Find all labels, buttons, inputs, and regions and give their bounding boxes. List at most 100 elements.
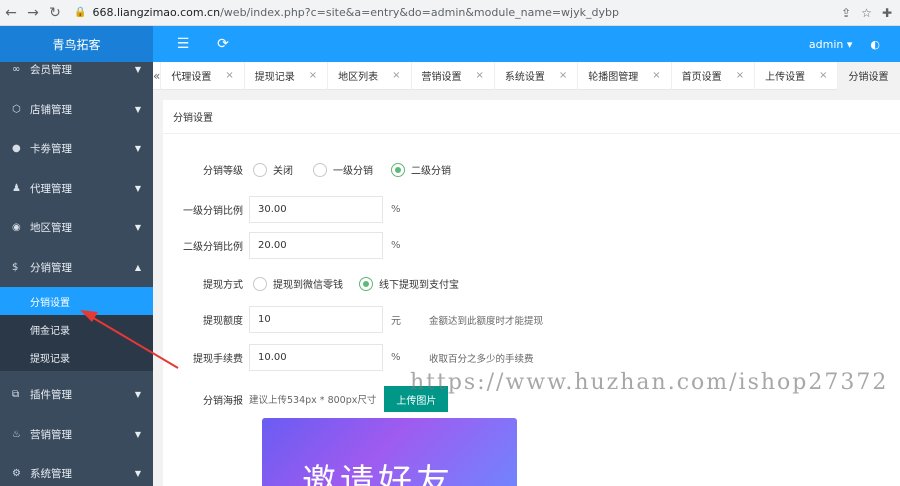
reload-icon[interactable]: ↻ — [44, 5, 66, 21]
first-ratio-input[interactable]: 30.00 — [249, 196, 383, 223]
sidebar-item-label: 地区管理 — [30, 222, 72, 235]
percent-unit: % — [391, 204, 401, 215]
sidebar-item-agents[interactable]: ♟ 代理管理 ▼ — [0, 169, 153, 209]
tab-region-list[interactable]: 地区列表 × — [328, 61, 412, 90]
tab-label: 地区列表 — [338, 72, 379, 83]
brand-title: 青鸟拓客 — [0, 26, 153, 62]
close-icon[interactable]: × — [392, 70, 400, 81]
link-icon: ∞ — [12, 64, 21, 76]
sidebar-item-stores[interactable]: ⬡ 店铺管理 ▼ — [0, 90, 153, 130]
distribution-form: 分销等级 关闭 一级分销 二级分销 一级分销比例 30.00 % 二级分销比例 … — [163, 134, 900, 486]
sidebar-subitem-withdraw-records[interactable]: 提现记录 — [0, 343, 153, 371]
chevron-up-icon: ▲ — [134, 262, 141, 272]
radio-circle — [253, 162, 267, 177]
user-menu[interactable]: admin ▾ — [809, 38, 853, 51]
withdraw-amount-input[interactable]: 10 — [249, 306, 383, 333]
url-host: 668.liangzimao.com.cn — [92, 6, 221, 19]
sidebar: ∞ 会员管理 ▼ ⬡ 店铺管理 ▼ ● 卡劵管理 ▼ ♟ 代理管理 ▼ ◉ 地区… — [0, 62, 153, 486]
sidebar-item-label: 插件管理 — [30, 389, 72, 402]
radio-label: 关闭 — [273, 166, 293, 177]
watermark: https://www.huzhan.com/ishop27372 — [410, 370, 889, 395]
tab-label: 上传设置 — [765, 72, 806, 83]
level-option-one[interactable]: 一级分销 — [313, 162, 373, 177]
sidebar-item-label: 营销管理 — [30, 428, 72, 441]
tab-home-settings[interactable]: 首页设置 × — [672, 61, 756, 90]
chevron-down-icon: ▼ — [134, 65, 141, 75]
forward-icon[interactable]: → — [22, 5, 44, 21]
close-icon[interactable]: × — [559, 70, 567, 81]
sidebar-subitem-distribution-settings[interactable]: 分销设置 — [0, 287, 153, 315]
fee-row: 提现手续费 10.00 % 收取百分之多少的手续费 — [163, 344, 534, 371]
fire-icon: ♨ — [12, 428, 21, 440]
withdraw-amount-hint: 金额达到此额度时才能提现 — [429, 315, 544, 327]
sidebar-item-marketing[interactable]: ♨ 营销管理 ▼ — [0, 415, 153, 455]
share-icon[interactable]: ⇪ — [841, 6, 851, 20]
radio-circle-checked — [391, 162, 405, 177]
refresh-icon[interactable]: ⟳ — [213, 36, 233, 52]
close-icon[interactable]: × — [309, 70, 317, 81]
lock-icon: 🔒 — [74, 7, 87, 18]
radio-label: 二级分销 — [411, 166, 451, 177]
top-header: 青鸟拓客 ☰ ⟳ admin ▾ ◐ — [0, 26, 900, 62]
second-ratio-label: 二级分销比例 — [183, 242, 243, 253]
compass-icon: ◉ — [12, 222, 21, 234]
poster-text: 邀请好友 — [302, 462, 454, 486]
tab-marketing-settings[interactable]: 营销设置 × — [412, 61, 495, 90]
sidebar-item-distribution[interactable]: $ 分销管理 ▲ — [0, 248, 153, 288]
level-option-off[interactable]: 关闭 — [253, 162, 293, 177]
star-icon[interactable]: ☆ — [861, 6, 872, 20]
sidebar-item-system[interactable]: ⚙ 系统管理 ▼ — [0, 454, 153, 486]
user-icon: ♟ — [12, 182, 21, 194]
withdraw-amount-label: 提现额度 — [203, 316, 243, 327]
menu-toggle-icon[interactable]: ☰ — [173, 36, 193, 52]
fee-input[interactable]: 10.00 — [249, 344, 383, 371]
browser-toolbar: ← → ↻ 🔒 668.liangzimao.com.cn/web/index.… — [0, 0, 900, 26]
close-icon[interactable]: × — [225, 70, 233, 81]
chevron-down-icon: ▼ — [134, 144, 141, 154]
tab-label: 代理设置 — [171, 72, 212, 83]
sidebar-item-regions[interactable]: ◉ 地区管理 ▼ — [0, 208, 153, 248]
close-icon[interactable]: × — [736, 70, 744, 81]
radio-circle — [253, 276, 267, 291]
percent-unit: % — [391, 240, 401, 251]
sidebar-item-cards[interactable]: ● 卡劵管理 ▼ — [0, 129, 153, 169]
close-icon[interactable]: × — [476, 70, 484, 81]
gear-icon: ⚙ — [12, 468, 21, 480]
level-option-two[interactable]: 二级分销 — [391, 162, 451, 177]
back-icon[interactable]: ← — [0, 5, 22, 21]
tab-carousel[interactable]: 轮播图管理 × — [578, 61, 672, 90]
chevron-down-icon: ▼ — [134, 390, 141, 400]
sidebar-item-plugins[interactable]: ⧉ 插件管理 ▼ — [0, 375, 153, 415]
sidebar-item-label: 系统管理 — [30, 468, 72, 481]
tab-system-settings[interactable]: 系统设置 × — [495, 61, 579, 90]
tab-label: 轮播图管理 — [588, 72, 639, 83]
tab-withdraw-records[interactable]: 提现记录 × — [245, 61, 329, 90]
money-icon: $ — [12, 261, 19, 273]
close-icon[interactable]: × — [652, 70, 660, 81]
withdraw-option-wechat[interactable]: 提现到微信零钱 — [253, 276, 343, 291]
tab-distribution-settings[interactable]: 分销设置× — [838, 61, 900, 90]
circle-icon: ● — [12, 143, 21, 155]
withdraw-option-alipay[interactable]: 线下提现到支付宝 — [359, 276, 459, 291]
chevron-down-icon: ▼ — [134, 469, 141, 479]
sidebar-item-label: 代理管理 — [30, 182, 72, 195]
sidebar-item-label: 会员管理 — [30, 64, 72, 77]
second-ratio-input[interactable]: 20.00 — [249, 232, 383, 259]
close-icon[interactable]: × — [819, 70, 827, 81]
radio-circle — [313, 162, 327, 177]
extension-icon[interactable]: ✚ — [882, 6, 892, 20]
address-bar[interactable]: 🔒 668.liangzimao.com.cn/web/index.php?c=… — [74, 6, 841, 19]
plugin-icon: ⧉ — [12, 389, 20, 401]
tab-upload-settings[interactable]: 上传设置 × — [755, 61, 839, 90]
main-content: 分销设置 分销等级 关闭 一级分销 二级分销 一级分销比例 30.00 % 二级… — [153, 90, 900, 486]
sidebar-item-members[interactable]: ∞ 会员管理 ▼ — [0, 62, 153, 90]
tab-agent-settings[interactable]: 代理设置 × — [161, 61, 245, 90]
theme-icon[interactable]: ◐ — [870, 38, 880, 51]
radio-label: 线下提现到支付宝 — [379, 280, 459, 291]
tab-scroll-left-icon[interactable]: « — [153, 61, 162, 90]
chevron-down-icon: ▼ — [134, 183, 141, 193]
sidebar-subitem-commission-records[interactable]: 佣金记录 — [0, 315, 153, 343]
radio-label: 提现到微信零钱 — [273, 280, 343, 291]
cube-icon: ⬡ — [12, 103, 21, 115]
chevron-down-icon: ▼ — [134, 429, 141, 439]
